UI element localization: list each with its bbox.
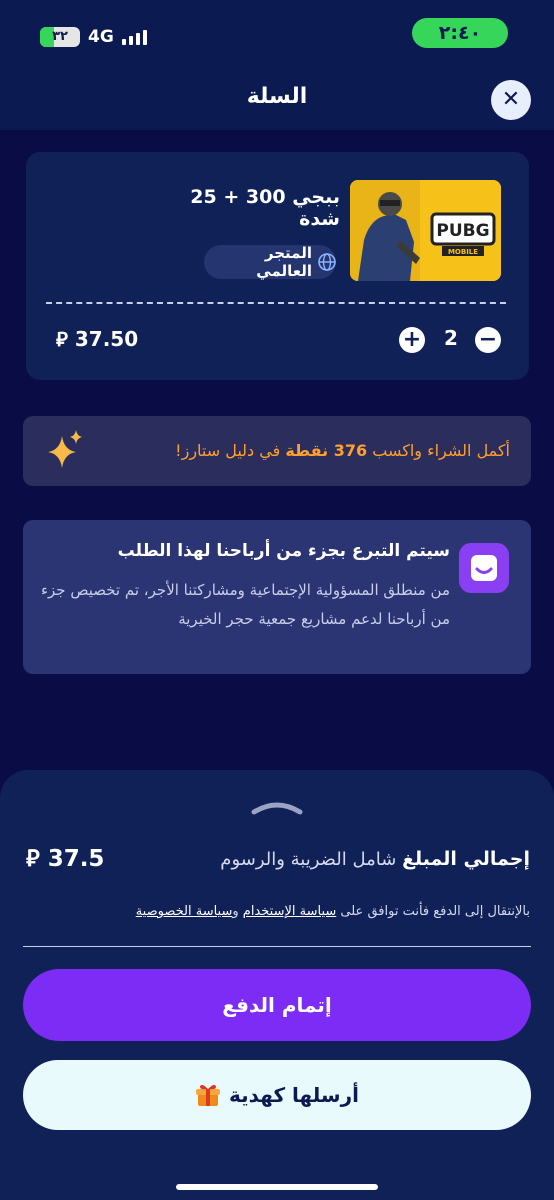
send-as-gift-button[interactable]: أرسلها كهدية	[23, 1060, 531, 1130]
home-indicator	[176, 1184, 378, 1190]
battery-icon: ٣٢	[40, 27, 80, 47]
item-price-value: 37.50	[74, 327, 139, 351]
currency-icon: ⃁	[56, 327, 68, 351]
signal-icon	[121, 29, 147, 45]
quantity-value: 2	[444, 326, 458, 350]
status-time: ٢:٤٠	[412, 18, 508, 48]
currency-icon: ⃁	[26, 846, 40, 872]
divider	[46, 302, 506, 304]
total-label-rest: شامل الضريبة والرسوم	[220, 849, 403, 870]
battery-level: ٣٢	[52, 29, 68, 44]
total-label: إجمالي المبلغ شامل الضريبة والرسوم	[200, 848, 530, 870]
globe-icon	[318, 253, 336, 271]
close-button[interactable]: ✕	[491, 80, 531, 120]
total-amount-value: 37.5	[47, 846, 105, 872]
divider	[23, 946, 531, 947]
store-badge: المتجر العالمي	[204, 244, 336, 280]
svg-text:PUBG: PUBG	[436, 221, 489, 241]
smile-icon	[459, 543, 509, 593]
points-value: 376 نقطة	[285, 441, 368, 460]
increase-quantity-button[interactable]: +	[399, 327, 425, 353]
terms-of-use-link[interactable]: سياسة الإستخدام	[243, 904, 337, 919]
item-price: ⃁ 37.50	[56, 326, 156, 352]
product-image: PUBG MOBILE	[350, 180, 501, 281]
points-suffix: في دليل ستارز!	[175, 441, 286, 460]
terms-prefix: بالإنتقال إلى الدفع فأنت توافق على	[336, 904, 530, 919]
points-prefix: أكمل الشراء واكسب	[367, 441, 510, 460]
chevron-up-icon[interactable]	[250, 800, 304, 816]
decrease-quantity-button[interactable]: −	[475, 327, 501, 353]
gift-label: أرسلها كهدية	[229, 1083, 359, 1107]
gift-icon	[196, 1084, 221, 1106]
close-icon: ✕	[501, 87, 521, 112]
terms-and: و	[232, 904, 243, 919]
checkout-button[interactable]: إتمام الدفع	[23, 969, 531, 1041]
status-indicators: ٣٢ 4G	[40, 24, 147, 50]
terms-text: بالإنتقال إلى الدفع فأنت توافق على سياسة…	[40, 904, 530, 919]
network-type: 4G	[88, 27, 114, 47]
points-banner-text: أكمل الشراء واكسب 376 نقطة في دليل ستارز…	[100, 441, 510, 460]
page-title: السلة	[246, 84, 308, 109]
donation-body: من منطلق المسؤولية الإجتماعية ومشاركتنا …	[40, 581, 450, 628]
donation-title: سيتم التبرع بجزء من أرباحنا لهذا الطلب	[117, 541, 450, 561]
total-label-bold: إجمالي المبلغ	[402, 848, 530, 870]
header-bar: السلة	[0, 70, 554, 130]
svg-text:MOBILE: MOBILE	[448, 248, 478, 256]
privacy-policy-link[interactable]: سياسة الخصوصية	[136, 904, 233, 919]
store-label: المتجر العالمي	[256, 244, 313, 280]
sparkle-icon	[48, 430, 82, 468]
total-amount: ⃁ 37.5	[26, 844, 156, 873]
product-name: ببجي 300 + 25 شدة	[190, 186, 340, 230]
